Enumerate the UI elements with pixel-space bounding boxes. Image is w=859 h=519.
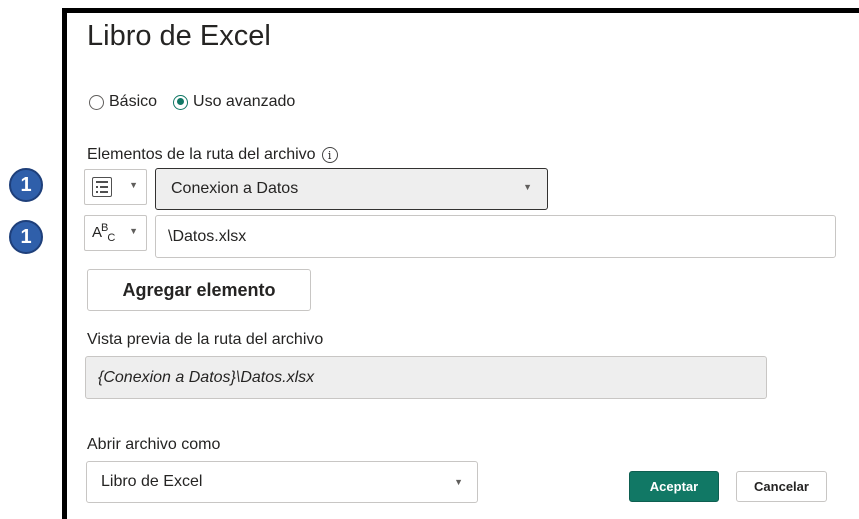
preview-label: Vista previa de la ruta del archivo	[87, 331, 324, 348]
open-as-select[interactable]: Libro de Excel ▼	[86, 461, 478, 503]
chevron-down-icon: ▼	[523, 182, 532, 192]
path-preview-box: {Conexion a Datos}\Datos.xlsx	[85, 356, 767, 399]
accept-button[interactable]: Aceptar	[629, 471, 719, 502]
path-parts-label: Elementos de la ruta del archivo	[87, 146, 316, 163]
part-type-picker-2[interactable]: ABC ▼	[84, 215, 147, 251]
chevron-down-icon: ▼	[454, 477, 463, 487]
parameter-dropdown-value: Conexion a Datos	[171, 180, 299, 197]
part-type-picker-1[interactable]: ▼	[84, 169, 147, 205]
open-as-label: Abrir archivo como	[87, 436, 221, 453]
basic-radio[interactable]	[89, 94, 104, 110]
cancel-button[interactable]: Cancelar	[736, 471, 827, 502]
parameter-dropdown[interactable]: Conexion a Datos ▼	[155, 168, 548, 210]
path-preview-value: {Conexion a Datos}\Datos.xlsx	[98, 368, 315, 386]
path-part-text-input[interactable]: \Datos.xlsx	[155, 215, 836, 258]
path-parts-label-row: Elementos de la ruta del archivo i	[87, 146, 338, 164]
chevron-down-icon: ▼	[129, 226, 138, 236]
step-badge-2: 1	[9, 220, 43, 254]
basic-radio-label[interactable]: Básico	[109, 93, 157, 111]
text-abc-icon: ABC	[92, 222, 115, 244]
mode-radio-group: Básico Uso avanzado	[89, 93, 311, 111]
parameter-icon	[92, 177, 112, 197]
chevron-down-icon: ▼	[129, 180, 138, 190]
advanced-radio[interactable]	[173, 94, 189, 110]
info-icon[interactable]: i	[321, 147, 338, 163]
path-part-text-value: \Datos.xlsx	[168, 227, 247, 245]
open-as-value: Libro de Excel	[101, 473, 203, 490]
step-badge-1: 1	[9, 168, 43, 202]
add-element-button[interactable]: Agregar elemento	[87, 269, 311, 311]
dialog-title: Libro de Excel	[87, 20, 271, 52]
advanced-radio-label[interactable]: Uso avanzado	[193, 93, 295, 111]
